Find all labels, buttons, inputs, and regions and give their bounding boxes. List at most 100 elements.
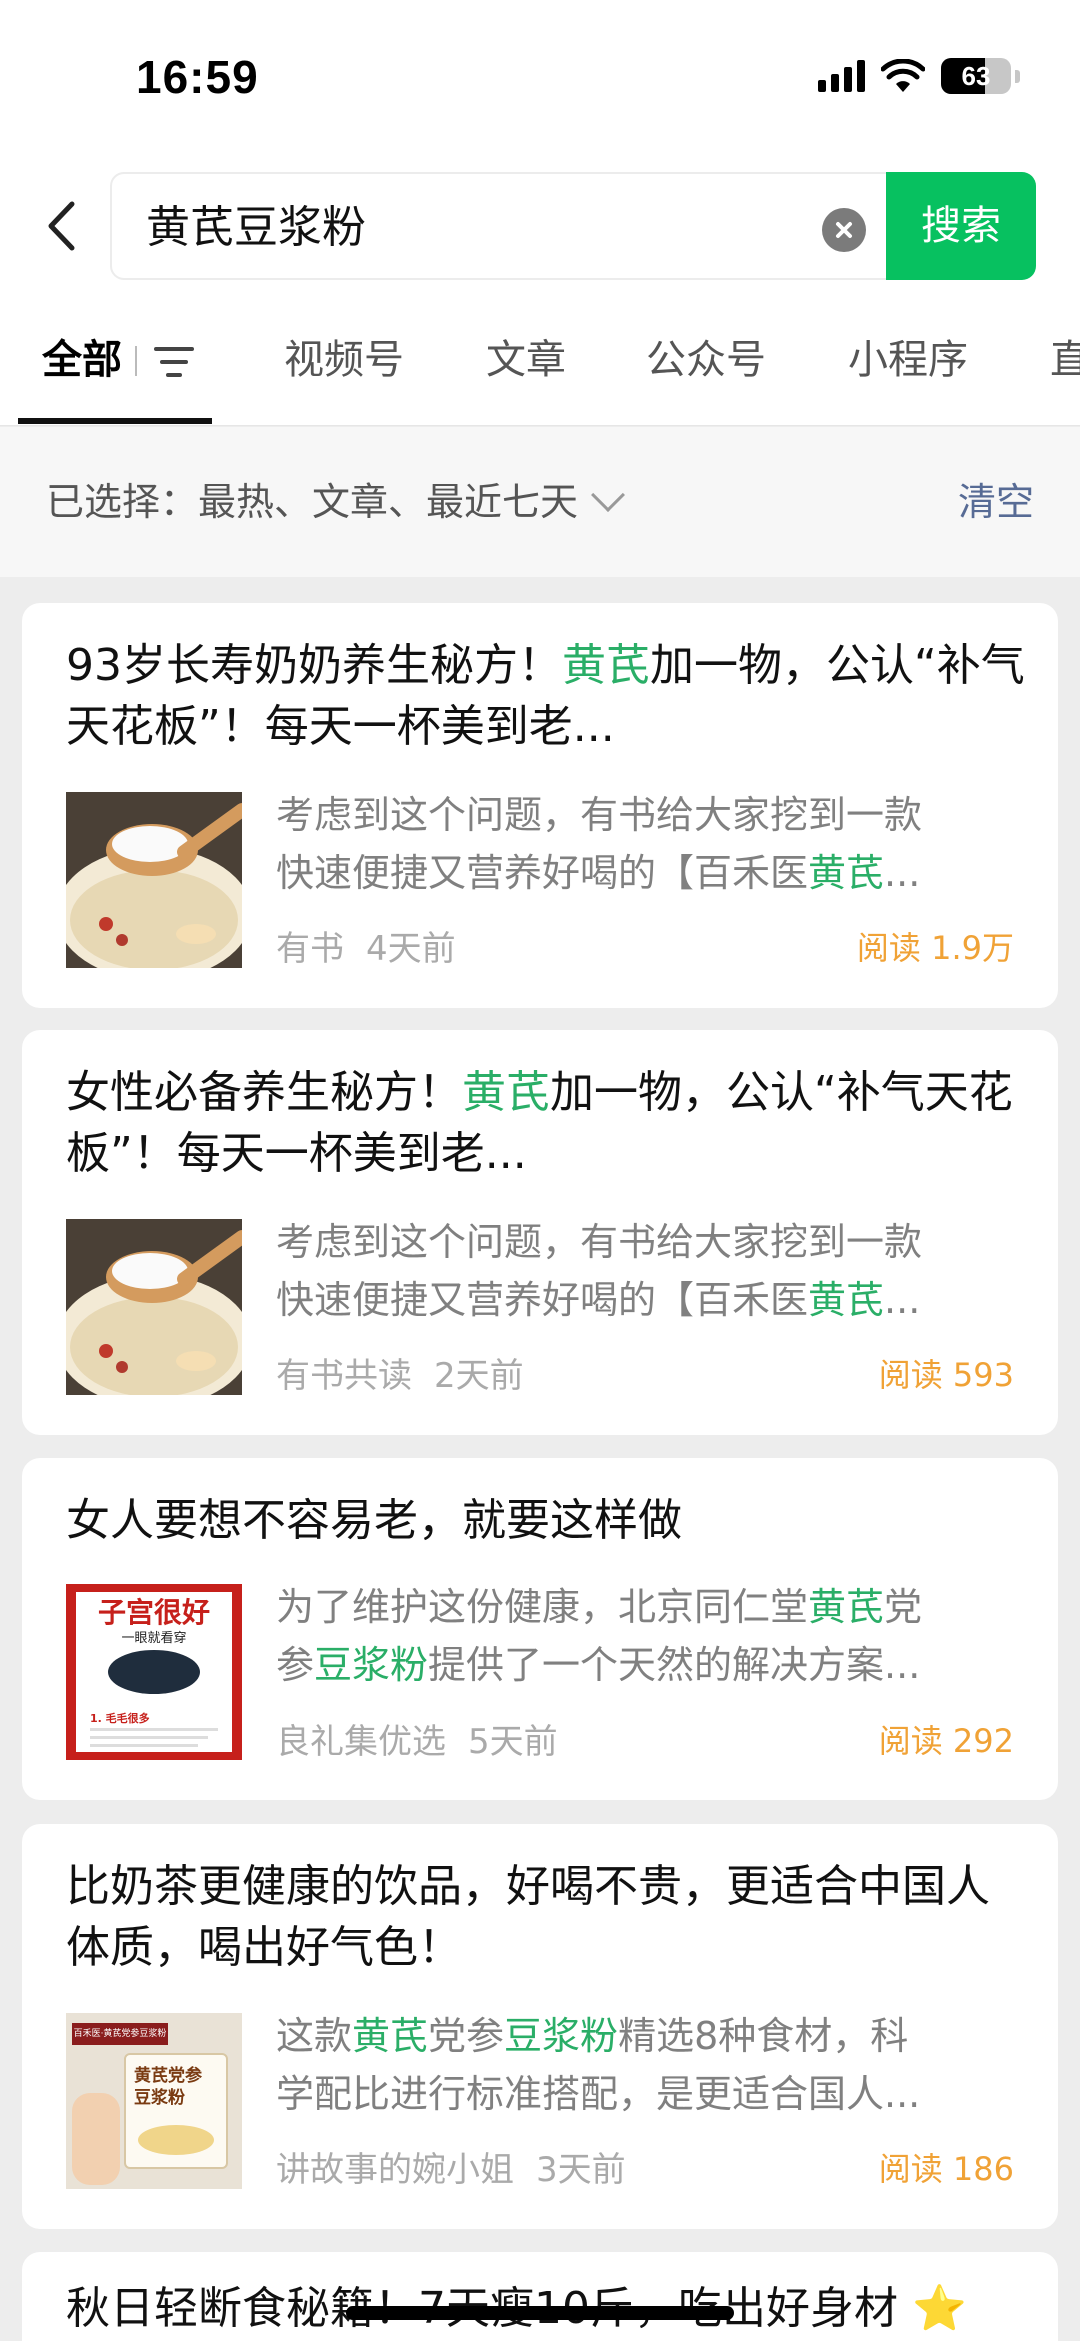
text-segment: 参 [276,1643,315,1687]
thumbnail-image: 百禾医·黄芪党参豆浆粉 黄芪党参豆浆粉 [66,2013,242,2189]
keyword-highlight: 豆浆粉 [314,1643,429,1687]
result-meta: 讲故事的婉小姐 3天前 [276,2142,626,2191]
read-count: 阅读 593 [878,1356,1014,1394]
text-segment: ... [884,851,921,895]
result-source: 有书共读 [276,1356,412,1396]
search-header: 黄芪豆浆粉 搜索 [0,150,1080,300]
snippet-line: 考虑到这个问题，有书给大家挖到一款 [276,1213,1024,1271]
tab-articles[interactable]: 文章 [486,300,566,425]
home-indicator [346,2306,734,2320]
result-title: 女性必备养生秘方！黄芪加一物，公认“补气天花板”！每天一杯美到老... [66,1062,1026,1184]
tab-mini-programs[interactable]: 小程序 [848,300,968,425]
keyword-highlight: 黄芪 [808,1278,885,1322]
result-card[interactable]: 女人要想不容易老，就要这样做 子宫很好 一眼就看穿 1. 毛毛很多 为了维护这份… [22,1458,1058,1800]
star-icon: ⭐ [911,2283,967,2334]
result-meta: 有书共读 2天前 [276,1348,524,1397]
text-segment: 考虑到这个问题，有书给大家挖到一款 [276,793,923,837]
wifi-icon [881,59,925,92]
result-source: 良礼集优选 [276,1722,446,1762]
keyword-highlight: 豆浆粉 [504,2014,619,2058]
result-time: 2天前 [434,1356,524,1396]
signal-icon [818,60,865,92]
result-meta: 有书 4天前 [276,921,456,970]
search-input[interactable]: 黄芪豆浆粉 [110,172,890,280]
result-snippet: 考虑到这个问题，有书给大家挖到一款快速便捷又营养好喝的【百禾医黄芪... [276,786,1024,902]
keyword-highlight: 黄芪 [462,1067,550,1118]
poster-graphic: 子宫很好 一眼就看穿 1. 毛毛很多 [74,1590,234,1754]
snippet-line: 快速便捷又营养好喝的【百禾医黄芪... [276,844,1024,902]
result-time: 3天前 [536,2150,626,2190]
text-segment: 学配比进行标准搭配，是更适合国人... [276,2072,921,2116]
text-segment: 女性必备养生秘方！ [66,1067,462,1118]
result-title: 女人要想不容易老，就要这样做 [66,1490,1026,1551]
box-brand: 百禾医·黄芪党参豆浆粉 [72,2023,168,2045]
text-segment: 为了维护这份健康，北京同仁堂 [276,1585,809,1629]
text-segment: 考虑到这个问题，有书给大家挖到一款 [276,1220,923,1264]
read-count: 阅读 1.9万 [856,929,1014,967]
thumbnail-image [66,792,242,968]
product-box: 黄芪党参豆浆粉 [124,2053,228,2169]
result-card[interactable]: 比奶茶更健康的饮品，好喝不贵，更适合中国人体质，喝出好气色！ 百禾医·黄芪党参豆… [22,1824,1058,2229]
text-segment: 比奶茶更健康的饮品，好喝不贵，更适合中国人体质，喝出好气色！ [66,1861,990,1973]
thumbnail-image: 子宫很好 一眼就看穿 1. 毛毛很多 [66,1584,242,1760]
text-segment: 快速便捷又营养好喝的【百禾医 [276,1278,809,1322]
text-segment: 党参 [428,2014,505,2058]
text-segment: 这款 [276,2014,353,2058]
result-card[interactable]: 秋日轻断食秘籍！7天瘦10斤，吃出好身材 ⭐ [22,2252,1058,2341]
result-meta: 良礼集优选 5天前 [276,1714,558,1763]
chevron-down-icon [591,478,625,512]
text-segment: 精选8种食材，科 [618,2014,909,2058]
snippet-line: 这款黄芪党参豆浆粉精选8种食材，科 [276,2007,1024,2065]
keyword-highlight: 黄芪 [562,640,650,691]
soy-milk-spoon-photo [66,1219,242,1395]
search-button[interactable]: 搜索 [886,172,1036,280]
soy-milk-spoon-photo [66,792,242,968]
poster-headline: 子宫很好 [97,1596,210,1629]
active-tab-indicator [18,418,212,424]
battery-level: 63 [961,61,991,91]
keyword-highlight: 黄芪 [808,1585,885,1629]
status-bar: 16:59 63 [0,0,1080,150]
result-card[interactable]: 93岁长寿奶奶养生秘方！黄芪加一物，公认“补气天花板”！每天一杯美到老... 考… [22,603,1058,1008]
filter-summary: 已选择：最热、文章、最近七天 清空 [0,427,1080,577]
battery-icon: 63 [941,58,1011,94]
snippet-line: 快速便捷又营养好喝的【百禾医黄芪... [276,1271,1024,1329]
snippet-line: 学配比进行标准搭配，是更适合国人... [276,2065,1024,2123]
result-snippet: 为了维护这份健康，北京同仁堂黄芪党 参豆浆粉提供了一个天然的解决方案... [276,1578,1024,1694]
result-time: 5天前 [468,1722,558,1762]
tab-divider [135,346,137,376]
result-time: 4天前 [366,929,456,969]
box-title: 黄芪党参豆浆粉 [134,2066,202,2108]
filter-label: 已选择：最热、文章、最近七天 [46,480,579,524]
keyword-highlight: 黄芪 [352,2014,429,2058]
snippet-line: 参豆浆粉提供了一个天然的解决方案... [276,1636,1024,1694]
clear-filters-button[interactable]: 清空 [958,427,1034,577]
back-button[interactable] [36,196,86,256]
result-title: 93岁长寿奶奶养生秘方！黄芪加一物，公认“补气天花板”！每天一杯美到老... [66,635,1026,757]
result-title: 比奶茶更健康的饮品，好喝不贵，更适合中国人体质，喝出好气色！ [66,1856,1026,1978]
status-icons: 63 [818,58,1020,94]
tab-video[interactable]: 视频号 [284,300,404,425]
tab-all[interactable]: 全部 [42,300,122,425]
text-segment: 93岁长寿奶奶养生秘方！ [66,640,562,691]
poster-point: 1. 毛毛很多 [90,1712,150,1725]
result-card[interactable]: 女性必备养生秘方！黄芪加一物，公认“补气天花板”！每天一杯美到老... 考虑到这… [22,1030,1058,1435]
search-query: 黄芪豆浆粉 [146,202,366,253]
thumbnail-image [66,1219,242,1395]
chevron-left-icon [48,201,75,251]
text-segment: 快速便捷又营养好喝的【百禾医 [276,851,809,895]
result-source: 讲故事的婉小姐 [276,2150,514,2190]
result-snippet: 考虑到这个问题，有书给大家挖到一款快速便捷又营养好喝的【百禾医黄芪... [276,1213,1024,1329]
close-icon [836,222,852,238]
tab-official-accounts[interactable]: 公众号 [646,300,766,425]
snippet-line: 考虑到这个问题，有书给大家挖到一款 [276,786,1024,844]
text-segment: 提供了一个天然的解决方案... [428,1643,921,1687]
filter-icon[interactable] [154,344,194,380]
snippet-line: 为了维护这份健康，北京同仁堂黄芪党 [276,1578,1024,1636]
filter-dropdown[interactable]: 已选择：最热、文章、最近七天 [46,427,625,577]
read-count: 阅读 292 [878,1722,1014,1760]
tab-live[interactable]: 直 [1050,300,1080,425]
clear-search-button[interactable] [822,208,866,252]
poster-illustration [108,1650,200,1694]
text-segment: 党 [884,1585,923,1629]
